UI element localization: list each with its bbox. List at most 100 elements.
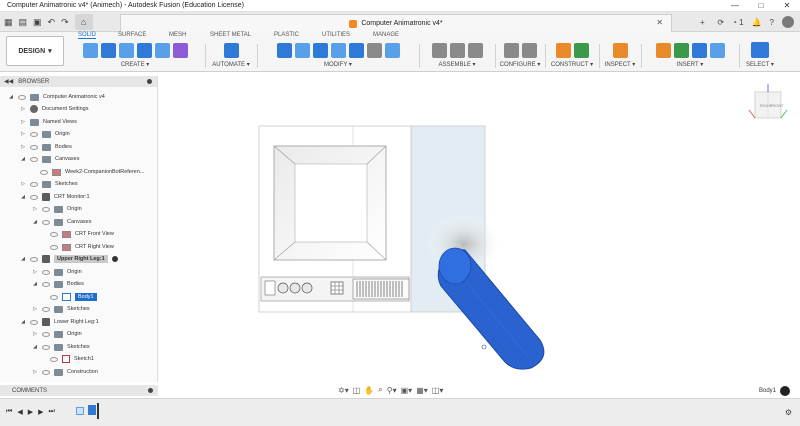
view-cube[interactable]: RIGHT FRONT xyxy=(748,84,788,119)
tree-item-crt-origin[interactable]: ▷ Origin xyxy=(32,203,82,215)
home-icon[interactable]: ⌂ xyxy=(74,14,93,30)
combine-icon[interactable] xyxy=(348,42,364,58)
expand-triangle-icon[interactable]: ◢ xyxy=(32,219,38,225)
job-status-icon[interactable]: ◔ 1 xyxy=(732,18,744,27)
visibility-eye-icon[interactable] xyxy=(50,244,58,250)
tab-surface[interactable]: SURFACE xyxy=(118,32,146,38)
tree-item-canvas-reference[interactable]: Week2-CompanionBotReferen... xyxy=(40,166,144,178)
timeline-feature-extrude[interactable] xyxy=(88,405,96,415)
joint-icon[interactable] xyxy=(449,42,465,58)
new-tab-icon[interactable]: + xyxy=(695,15,709,29)
visibility-eye-icon[interactable] xyxy=(42,344,50,350)
expand-triangle-icon[interactable]: ◢ xyxy=(32,281,38,287)
go-to-end-icon[interactable]: ⏭ xyxy=(48,408,54,416)
axis-icon[interactable] xyxy=(573,42,589,58)
look-at-icon[interactable]: ◫ xyxy=(353,386,361,395)
tab-sheet-metal[interactable]: SHEET METAL xyxy=(210,32,251,38)
expand-triangle-icon[interactable]: ◢ xyxy=(20,319,26,325)
visibility-eye-icon[interactable] xyxy=(42,219,50,225)
tree-item-construction[interactable]: ▷ Construction xyxy=(32,366,98,378)
extrude-icon[interactable] xyxy=(100,42,116,58)
play-icon[interactable]: ▶ xyxy=(28,408,33,416)
new-component-icon[interactable] xyxy=(431,42,447,58)
visibility-eye-icon[interactable] xyxy=(50,356,58,362)
tree-item-canvases[interactable]: ◢ Canvases xyxy=(20,153,79,165)
notifications-icon[interactable]: 🔔 xyxy=(752,18,762,27)
inspect-menu[interactable]: INSPECT ▾ xyxy=(602,61,638,68)
3d-viewport[interactable]: RIGHT FRONT xyxy=(159,76,800,398)
tree-item-upper-right-leg[interactable]: ◢ Upper Right Leg:1 xyxy=(20,253,118,265)
maximize-button[interactable]: □ xyxy=(748,0,774,12)
document-tab[interactable]: Computer Animatronic v4* ✕ xyxy=(120,14,672,32)
workspace-switcher-button[interactable]: DESIGN ▾ xyxy=(6,36,64,66)
tree-item-lower-right-leg[interactable]: ◢ Lower Right Leg:1 xyxy=(20,316,99,328)
shell-icon[interactable] xyxy=(330,42,346,58)
comments-panel-header[interactable]: COMMENTS xyxy=(0,385,158,396)
tree-item-sketches[interactable]: ▷ Sketches xyxy=(20,178,78,190)
tree-item-lower-sketches[interactable]: ◢ Sketches xyxy=(32,341,90,353)
tree-item-leg-sketches[interactable]: ▷ Sketches xyxy=(32,303,90,315)
expand-triangle-icon[interactable]: ◢ xyxy=(8,94,14,100)
tab-manage[interactable]: MANAGE xyxy=(373,32,399,38)
visibility-eye-icon[interactable] xyxy=(42,369,50,375)
model-canvas[interactable]: RIGHT FRONT xyxy=(159,76,800,398)
grid-settings-icon[interactable]: ▦▾ xyxy=(416,386,428,395)
panel-options-icon[interactable] xyxy=(148,388,153,393)
canvas-icon[interactable] xyxy=(709,42,725,58)
tab-mesh[interactable]: MESH xyxy=(169,32,186,38)
tree-item-bodies[interactable]: ▷ Bodies xyxy=(20,141,72,153)
close-tab-icon[interactable]: ✕ xyxy=(656,18,663,27)
close-button[interactable]: ✕ xyxy=(774,0,800,12)
selection-filter-icon[interactable] xyxy=(780,386,790,396)
configure-menu[interactable]: CONFIGURE ▾ xyxy=(498,61,542,68)
minimize-button[interactable]: — xyxy=(722,0,748,12)
expand-triangle-icon[interactable]: ◢ xyxy=(20,256,26,262)
grid-menu-icon[interactable]: ▦ xyxy=(4,14,13,30)
expand-triangle-icon[interactable]: ◢ xyxy=(32,344,38,350)
tree-item-origin[interactable]: ▷ Origin xyxy=(20,128,70,140)
hole-icon[interactable] xyxy=(136,42,152,58)
viewports-icon[interactable]: ◫▾ xyxy=(432,386,444,395)
align-icon[interactable] xyxy=(384,42,400,58)
avatar[interactable] xyxy=(782,16,794,28)
timeline-marker[interactable] xyxy=(97,403,99,419)
expand-triangle-icon[interactable]: ◢ xyxy=(20,194,26,200)
decal-icon[interactable] xyxy=(673,42,689,58)
insert-mesh-icon[interactable] xyxy=(691,42,707,58)
visibility-eye-icon[interactable] xyxy=(42,281,50,287)
modify-menu[interactable]: MODIFY ▾ xyxy=(260,61,416,68)
tree-item-sketch1[interactable]: Sketch1 xyxy=(50,353,94,365)
pan-icon[interactable]: ✋ xyxy=(364,386,374,395)
tree-item-leg-bodies[interactable]: ◢ Bodies xyxy=(32,278,84,290)
zoom-window-icon[interactable]: ⚲▾ xyxy=(387,386,397,395)
zoom-icon[interactable]: ⌕ xyxy=(378,385,382,395)
display-settings-icon[interactable]: ▣▾ xyxy=(401,386,413,395)
panel-options-icon[interactable] xyxy=(147,79,152,84)
collapse-triangle-icon[interactable]: ▷ xyxy=(20,181,26,187)
insert-menu[interactable]: INSERT ▾ xyxy=(644,61,736,68)
chamfer-icon[interactable] xyxy=(312,42,328,58)
visibility-eye-icon[interactable] xyxy=(42,331,50,337)
tab-solid[interactable]: SOLID xyxy=(78,32,97,39)
undo-icon[interactable]: ↶ xyxy=(48,14,56,30)
expand-triangle-icon[interactable]: ◢ xyxy=(20,156,26,162)
visibility-eye-icon[interactable] xyxy=(30,181,38,187)
automate-icon[interactable] xyxy=(223,42,239,58)
help-icon[interactable]: ? xyxy=(770,18,774,27)
tree-item-root[interactable]: ◢ Computer Animatronic v4 xyxy=(8,91,105,103)
revolve-icon[interactable] xyxy=(118,42,134,58)
visibility-eye-icon[interactable] xyxy=(30,156,38,162)
visibility-eye-icon[interactable] xyxy=(30,256,38,262)
visibility-eye-icon[interactable] xyxy=(30,144,38,150)
tree-item-crt-monitor[interactable]: ◢ CRT Monitor:1 xyxy=(20,191,90,203)
offset-plane-icon[interactable] xyxy=(555,42,571,58)
tree-item-leg-origin[interactable]: ▷ Origin xyxy=(32,266,82,278)
collapse-triangle-icon[interactable]: ▷ xyxy=(32,369,38,375)
tree-item-crt-right-view[interactable]: CRT Right View xyxy=(50,241,114,253)
insert-derive-icon[interactable] xyxy=(655,42,671,58)
tree-item-lower-origin[interactable]: ▷ Origin xyxy=(32,328,82,340)
sync-icon[interactable]: ⟳ xyxy=(717,18,724,27)
visibility-eye-icon[interactable] xyxy=(40,169,48,175)
active-component-radio-icon[interactable] xyxy=(111,256,118,262)
go-to-start-icon[interactable]: ⏮ xyxy=(6,408,12,416)
